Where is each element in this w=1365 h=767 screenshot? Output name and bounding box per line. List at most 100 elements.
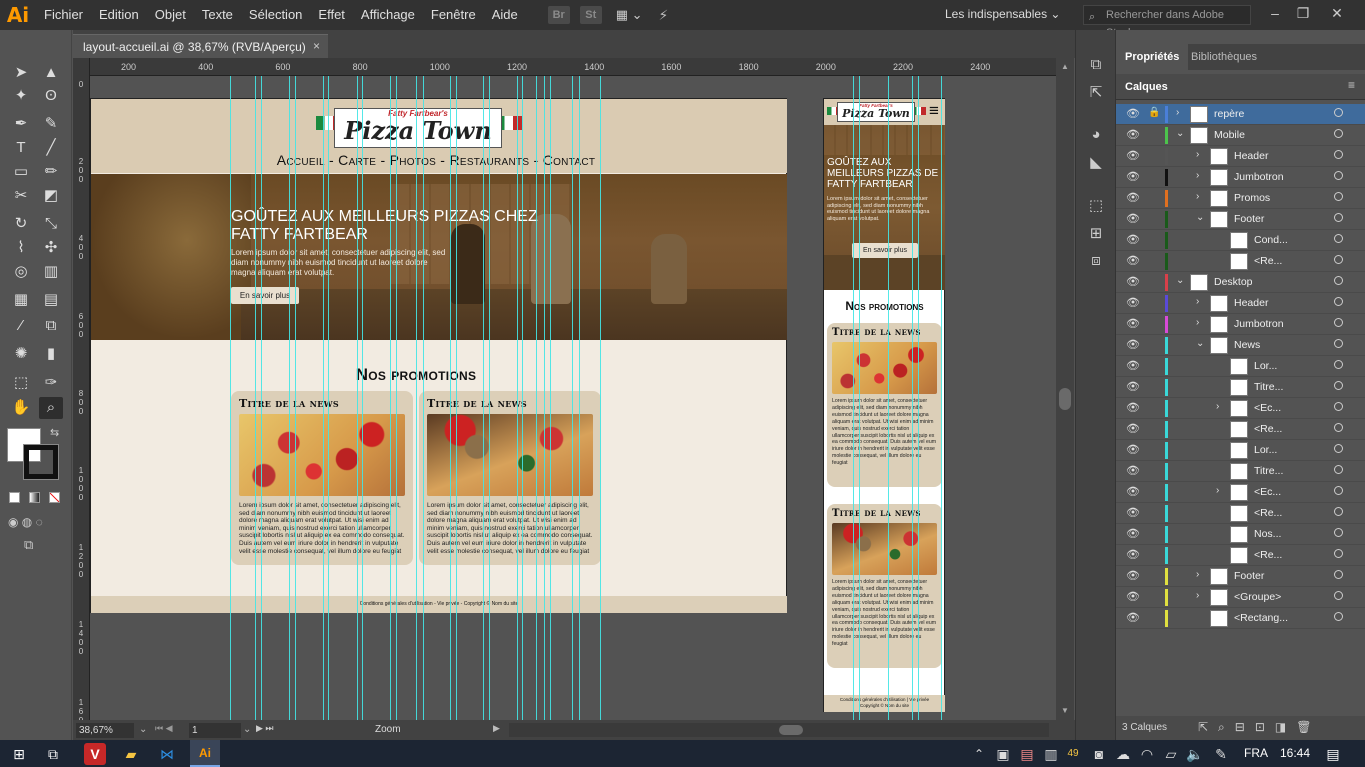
guide-line[interactable]: [261, 76, 262, 720]
file-explorer-icon[interactable]: ▰: [120, 743, 142, 765]
color-panel-icon[interactable]: ◕: [1084, 124, 1108, 146]
layer-row[interactable]: 👁 ⌄ Desktop: [1116, 272, 1365, 293]
guide-line[interactable]: [859, 76, 860, 720]
visibility-eye-icon[interactable]: 👁: [1126, 569, 1140, 582]
guide-line[interactable]: [357, 76, 358, 720]
layer-row[interactable]: 👁 › Jumbotron: [1116, 167, 1365, 188]
tab-properties[interactable]: Propriétés: [1116, 44, 1189, 70]
color-mode-icon[interactable]: [9, 492, 20, 503]
rectangle-tool-icon[interactable]: ▭: [9, 161, 33, 183]
guide-line[interactable]: [941, 76, 942, 720]
expand-toggle-icon[interactable]: ›: [1196, 191, 1199, 202]
eraser-tool-icon[interactable]: ◩: [39, 185, 63, 207]
target-circle-icon[interactable]: [1334, 486, 1343, 495]
layer-row[interactable]: 👁 ⌄ Mobile: [1116, 125, 1365, 146]
expand-toggle-icon[interactable]: ⌄: [1176, 128, 1184, 139]
zoom-tool-icon[interactable]: ⌕: [39, 397, 63, 419]
line-tool-icon[interactable]: ╱: [39, 137, 63, 159]
visibility-eye-icon[interactable]: 👁: [1126, 380, 1140, 393]
expand-toggle-icon[interactable]: ›: [1196, 170, 1199, 181]
target-circle-icon[interactable]: [1334, 402, 1343, 411]
target-circle-icon[interactable]: [1334, 444, 1343, 453]
gradient-mode-icon[interactable]: [29, 492, 40, 503]
pen-icon[interactable]: ✎: [1210, 743, 1232, 765]
blend-tool-icon[interactable]: ⧉: [39, 315, 63, 337]
guide-line[interactable]: [853, 76, 854, 720]
target-circle-icon[interactable]: [1334, 570, 1343, 579]
symbol-sprayer-icon[interactable]: ✺: [9, 343, 33, 365]
width-tool-icon[interactable]: ⌇: [9, 237, 33, 259]
desktop-news-card[interactable]: Titre de la news Lorem ipsum dolor sit a…: [231, 391, 413, 565]
artboard-number-field[interactable]: 1: [189, 723, 241, 738]
status-menu-icon[interactable]: ▶: [493, 723, 500, 734]
layer-row[interactable]: 👁 › <Groupe>: [1116, 587, 1365, 608]
visibility-eye-icon[interactable]: 👁: [1126, 443, 1140, 456]
mobile-learn-more-button[interactable]: En savoir plus: [852, 243, 918, 258]
guide-line[interactable]: [255, 76, 256, 720]
lasso-icon[interactable]: ʘ: [39, 85, 63, 107]
magic-wand-icon[interactable]: ✦: [9, 85, 33, 107]
visibility-eye-icon[interactable]: 👁: [1126, 359, 1140, 372]
visibility-eye-icon[interactable]: 👁: [1126, 233, 1140, 246]
align-panel-icon[interactable]: ⊞: [1084, 223, 1108, 245]
menu-6[interactable]: Affichage: [353, 0, 423, 30]
type-tool-icon[interactable]: T: [9, 137, 33, 159]
shape-builder-icon[interactable]: ◎: [9, 261, 33, 283]
layer-row[interactable]: 👁 Lor...: [1116, 356, 1365, 377]
layer-row[interactable]: 👁 <Re...: [1116, 419, 1365, 440]
visibility-eye-icon[interactable]: 👁: [1126, 485, 1140, 498]
desktop-artboard[interactable]: Fatty Fartbear's Pizza Town Accueil - Ca…: [90, 98, 787, 613]
wifi-icon[interactable]: ◠: [1136, 743, 1158, 765]
expand-toggle-icon[interactable]: ⌄: [1176, 275, 1184, 286]
vivaldi-icon[interactable]: V: [84, 743, 106, 765]
visibility-eye-icon[interactable]: 👁: [1126, 527, 1140, 540]
visibility-eye-icon[interactable]: 👁: [1126, 170, 1140, 183]
guide-line[interactable]: [390, 76, 391, 720]
expand-toggle-icon[interactable]: ⌄: [1196, 338, 1204, 349]
column-graph-icon[interactable]: ▮: [39, 343, 63, 365]
mobile-news-card[interactable]: Titre de la news Lorem ipsum dolor sit a…: [827, 323, 942, 487]
lock-icon[interactable]: 🔒: [1148, 107, 1160, 118]
perspective-grid-icon[interactable]: ▥: [39, 261, 63, 283]
canvas[interactable]: Fatty Fartbear's Pizza Town Accueil - Ca…: [90, 76, 1056, 720]
guide-line[interactable]: [328, 76, 329, 720]
target-circle-icon[interactable]: [1334, 549, 1343, 558]
target-circle-icon[interactable]: [1334, 234, 1343, 243]
guide-line[interactable]: [912, 76, 913, 720]
mobile-logo[interactable]: Fatty Fartbear's Pizza Town: [837, 102, 915, 122]
layer-row[interactable]: 👁 › <Ec...: [1116, 398, 1365, 419]
guide-line[interactable]: [536, 76, 537, 720]
visibility-eye-icon[interactable]: 👁: [1126, 464, 1140, 477]
stroke-swatch[interactable]: [23, 444, 59, 480]
panel-menu-icon[interactable]: ≡: [1348, 78, 1355, 92]
visibility-eye-icon[interactable]: 👁: [1126, 611, 1140, 624]
target-circle-icon[interactable]: [1334, 150, 1343, 159]
target-circle-icon[interactable]: [1334, 213, 1343, 222]
guide-line[interactable]: [572, 76, 573, 720]
target-circle-icon[interactable]: [1334, 465, 1343, 474]
restore-button[interactable]: ❐: [1290, 3, 1316, 25]
swap-colors-icon[interactable]: ⇆: [50, 426, 59, 439]
slice-tool-icon[interactable]: ✑: [39, 372, 63, 394]
visibility-eye-icon[interactable]: 👁: [1126, 317, 1140, 330]
layer-row[interactable]: 👁 🔒 › repère: [1116, 104, 1365, 125]
guide-line[interactable]: [550, 76, 551, 720]
vertical-scrollbar[interactable]: ▲ ▼: [1056, 58, 1074, 720]
swatches-panel-icon[interactable]: ◣: [1084, 152, 1108, 174]
guide-line[interactable]: [489, 76, 490, 720]
expand-toggle-icon[interactable]: ›: [1216, 485, 1219, 496]
menu-8[interactable]: Aide: [484, 0, 526, 30]
desktop-logo[interactable]: Fatty Fartbear's Pizza Town: [334, 108, 502, 148]
guide-line[interactable]: [416, 76, 417, 720]
guide-line[interactable]: [517, 76, 518, 720]
minimize-button[interactable]: –: [1262, 3, 1288, 25]
visibility-eye-icon[interactable]: 👁: [1126, 506, 1140, 519]
zoom-dropdown-icon[interactable]: ⌄: [139, 724, 147, 735]
none-mode-icon[interactable]: [49, 492, 60, 503]
layer-row[interactable]: 👁 <Re...: [1116, 251, 1365, 272]
pathfinder-panel-icon[interactable]: ⧈: [1084, 250, 1108, 272]
layer-action-icons[interactable]: ⇱⌕⊟⊡◨🗑: [1198, 720, 1321, 735]
network-icon[interactable]: ▱: [1160, 743, 1182, 765]
target-circle-icon[interactable]: [1334, 297, 1343, 306]
target-circle-icon[interactable]: [1334, 171, 1343, 180]
